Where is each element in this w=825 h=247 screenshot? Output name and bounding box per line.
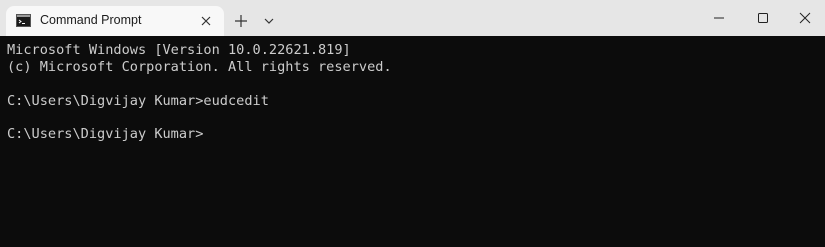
terminal-window: Command Prompt Microsoft Windows [Versio… [0, 0, 825, 247]
close-window-button[interactable] [782, 6, 825, 32]
new-tab-plus-icon[interactable] [232, 12, 250, 30]
close-tab-icon[interactable] [198, 13, 214, 29]
command-prompt-icon [16, 14, 31, 27]
terminal-line: C:\Users\Digvijay Kumar>eudcedit [7, 92, 269, 109]
terminal-prompt-line[interactable]: C:\Users\Digvijay Kumar> [7, 126, 818, 143]
tab-title: Command Prompt [40, 13, 142, 27]
minimize-icon [714, 17, 724, 19]
terminal-line: (c) Microsoft Corporation. All rights re… [7, 58, 392, 75]
maximize-button[interactable] [740, 6, 786, 32]
chevron-down-icon[interactable] [262, 14, 276, 28]
maximize-icon [758, 13, 768, 23]
minimize-button[interactable] [696, 6, 742, 32]
tab-command-prompt[interactable]: Command Prompt [6, 6, 224, 36]
terminal-line: Microsoft Windows [Version 10.0.22621.81… [7, 42, 351, 58]
terminal-output[interactable]: Microsoft Windows [Version 10.0.22621.81… [0, 36, 825, 247]
close-icon [799, 12, 811, 24]
title-bar[interactable]: Command Prompt [0, 0, 825, 36]
